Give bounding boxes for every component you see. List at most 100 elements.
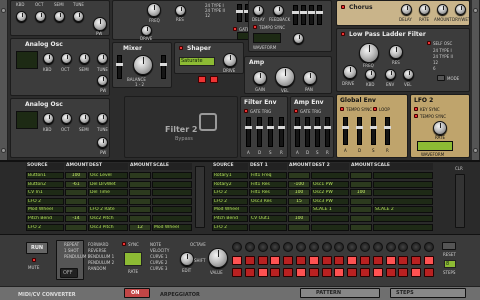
freq-knob[interactable] <box>147 3 161 17</box>
mod-left-source-cell[interactable]: Pitch Bend <box>26 215 64 222</box>
amp-env-a-slider[interactable] <box>294 117 301 147</box>
mod-right-dest1-cell[interactable] <box>249 206 287 214</box>
step-button[interactable] <box>232 268 242 277</box>
mod-right-amount-cell[interactable]: -100 <box>288 180 310 188</box>
mod-left-dest-cell[interactable]: Del DrvWet <box>88 180 128 188</box>
step-button[interactable] <box>270 268 281 277</box>
step-button[interactable] <box>398 256 409 265</box>
gate-trig-led[interactable] <box>233 27 237 31</box>
ladder-power-led[interactable] <box>341 32 345 36</box>
tempo-sync-led[interactable] <box>253 25 257 29</box>
step-button[interactable] <box>334 268 345 277</box>
mod-left-scale-cell[interactable] <box>152 197 192 205</box>
chorus-delay-knob[interactable] <box>401 4 412 15</box>
step-button[interactable] <box>424 256 434 265</box>
ladder-type-0[interactable]: 24 TYPE I <box>433 48 452 53</box>
pw-knob[interactable] <box>93 17 107 31</box>
mod-left-amount2-cell[interactable] <box>129 206 151 214</box>
delay-slider[interactable] <box>316 5 323 25</box>
step-button[interactable] <box>308 256 319 265</box>
mod-right-amount-cell[interactable]: 15 <box>288 197 310 205</box>
mod-right-source-cell[interactable]: LFO 2 <box>212 197 248 205</box>
mod-right-amount-cell[interactable] <box>288 223 310 231</box>
step-button[interactable] <box>424 268 434 277</box>
ladder-mode-button[interactable] <box>437 75 445 81</box>
mod-left-amount-cell[interactable] <box>65 206 87 214</box>
mod-left-source-cell[interactable]: LFO 2 <box>26 197 64 205</box>
mod-left-dest-cell[interactable]: LFO 2 Rate <box>88 206 128 214</box>
step-button[interactable] <box>385 268 396 277</box>
mod-left-source-cell[interactable]: CV In1 <box>26 189 64 197</box>
ladder-drive-knob[interactable] <box>343 65 357 79</box>
ladder-type-2[interactable]: 12 <box>433 60 438 65</box>
lfo2-rate-knob[interactable] <box>433 121 447 135</box>
drive-knob[interactable] <box>141 25 152 36</box>
mod-left-amount-cell[interactable] <box>65 223 87 231</box>
chorus-amount-knob[interactable] <box>437 4 448 15</box>
step-button[interactable] <box>244 256 255 265</box>
reset-button[interactable] <box>442 242 456 250</box>
delay-slider[interactable] <box>300 5 307 25</box>
mod-right-amount2-cell[interactable] <box>350 172 372 179</box>
step-button[interactable] <box>296 268 306 277</box>
oct-knob[interactable] <box>61 113 72 124</box>
chorus-drywet-knob[interactable] <box>455 4 466 15</box>
env-slider[interactable] <box>236 4 243 22</box>
filter-env-a-slider[interactable] <box>245 117 252 147</box>
loop-led[interactable] <box>373 107 377 111</box>
mod-right-source-cell[interactable]: Mod Wheel <box>212 206 248 214</box>
mod-right-scale-cell[interactable] <box>373 172 433 179</box>
mod-right-scale-cell[interactable] <box>373 215 433 222</box>
curve-2[interactable]: CURVE 2 <box>150 260 167 265</box>
mixer-level-1-slider[interactable] <box>116 55 123 79</box>
mod-right-dest2-cell[interactable] <box>311 223 349 231</box>
dir-random[interactable]: RANDOM <box>88 266 106 271</box>
mod-right-amount-cell[interactable] <box>288 206 310 214</box>
mod-left-scale-cell[interactable] <box>152 215 192 222</box>
routing-button[interactable] <box>210 76 218 83</box>
amp-env-r-slider[interactable] <box>324 117 331 147</box>
sync-led[interactable] <box>122 242 126 246</box>
mod-right-dest1-cell[interactable]: Osc3 Res <box>249 197 287 205</box>
mod-right-amount-cell[interactable]: 100 <box>288 215 310 222</box>
kbd-knob[interactable] <box>43 53 54 64</box>
step-button[interactable] <box>270 256 281 265</box>
mod-left-amount2-cell[interactable]: 12 <box>129 223 151 231</box>
step-button[interactable] <box>411 256 422 265</box>
mute-led[interactable] <box>32 258 36 262</box>
step-button[interactable] <box>283 256 294 265</box>
mod-right-amount-cell[interactable] <box>288 172 310 179</box>
ladder-res-knob[interactable] <box>389 45 403 59</box>
dry-wet-knob[interactable] <box>293 33 304 44</box>
mod-right-dest2-cell[interactable]: Osc1 PW <box>311 180 349 188</box>
shaper-mode-display[interactable]: Saturate <box>179 57 215 66</box>
mod-right-amount2-cell[interactable] <box>350 206 372 214</box>
tune-knob[interactable] <box>97 53 108 64</box>
step-button[interactable] <box>334 256 345 265</box>
mod-right-dest2-cell[interactable] <box>311 172 349 179</box>
mod-left-amount2-cell[interactable] <box>129 172 151 179</box>
pw-knob[interactable] <box>97 137 108 148</box>
ladder-env-knob[interactable] <box>385 69 396 80</box>
mod-right-dest1-cell[interactable]: CV Out1 <box>249 215 287 222</box>
self-osc-led[interactable] <box>427 41 431 45</box>
mod-right-scale-cell[interactable]: SCALE 2 <box>373 206 433 214</box>
tempo-sync-led[interactable] <box>414 114 418 118</box>
step-button[interactable] <box>360 256 370 265</box>
mod-right-dest2-cell[interactable]: Osc3 PW <box>311 197 349 205</box>
curve-note[interactable]: NOTE <box>150 242 161 247</box>
mod-left-dest-cell[interactable]: Osc2 Pitch <box>88 215 128 222</box>
step-button[interactable] <box>347 256 358 265</box>
mod-right-source-cell[interactable]: Rotary1 <box>212 172 248 179</box>
mod-left-source-cell[interactable]: LFO 2 <box>26 223 64 231</box>
global-env-s-slider[interactable] <box>370 117 377 145</box>
mod-right-dest2-cell[interactable]: SCALE 1 <box>311 206 349 214</box>
rate-display[interactable] <box>124 252 142 266</box>
delay-slider[interactable] <box>308 5 315 25</box>
amp-pan-knob[interactable] <box>303 71 317 85</box>
mod-right-source-cell[interactable]: Rotary2 <box>212 180 248 188</box>
oct-knob[interactable] <box>61 53 72 64</box>
mod-left-dest-cell[interactable]: Osc Level <box>88 172 128 179</box>
mod-right-amount2-cell[interactable]: 100 <box>350 189 372 197</box>
mod-right-source-cell[interactable]: LFO 2 <box>212 189 248 197</box>
